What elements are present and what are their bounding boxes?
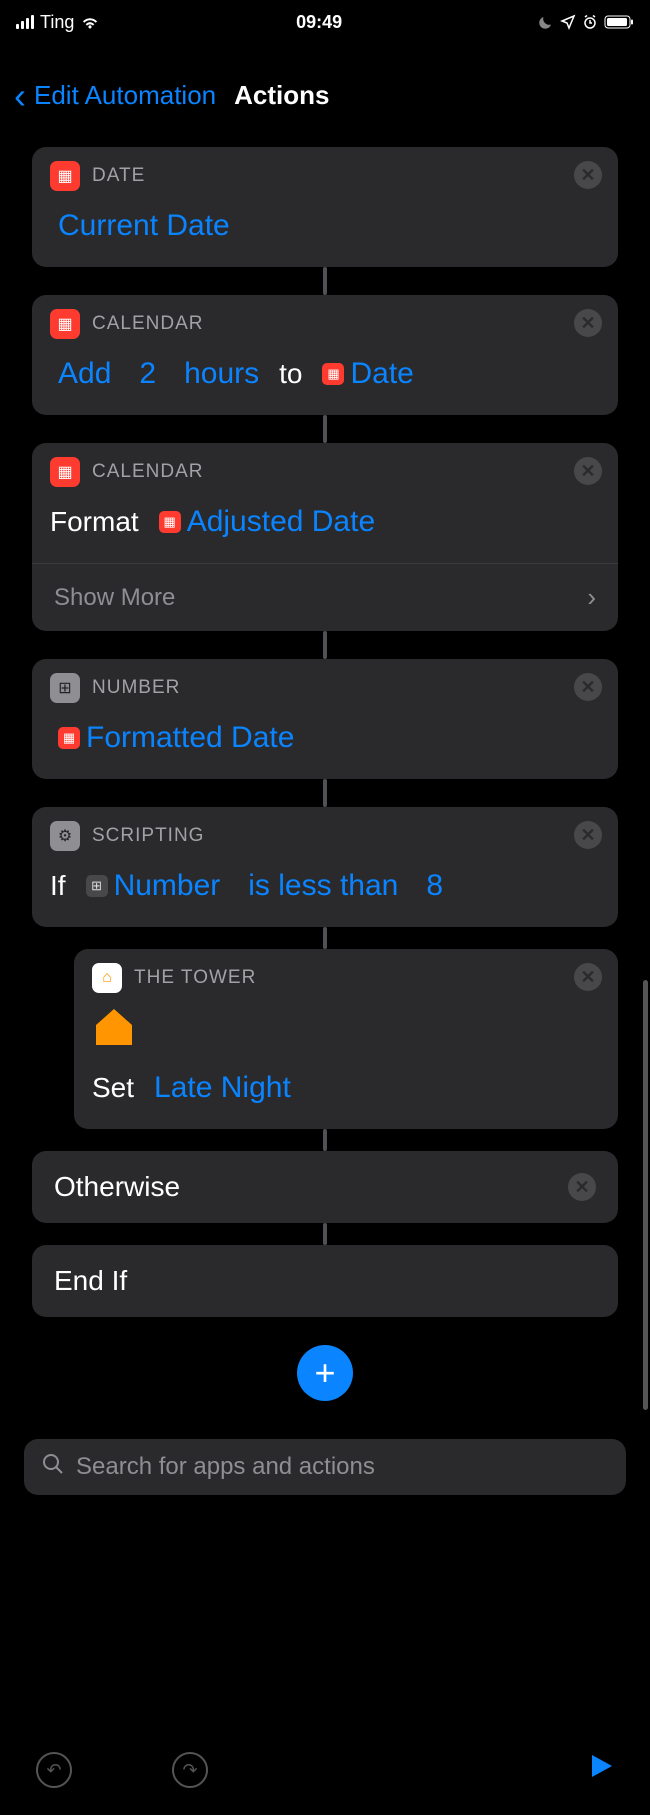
action-card-add-time[interactable]: ▦ CALENDAR Add 2 hours to ▦Date ✕: [32, 295, 618, 415]
status-left: Ting: [16, 12, 100, 33]
connector: [323, 779, 327, 807]
action-card-otherwise[interactable]: Otherwise ✕: [32, 1151, 618, 1223]
connector: [323, 631, 327, 659]
action-card-format[interactable]: ▦ CALENDAR Format ▦Adjusted Date Show Mo…: [32, 443, 618, 631]
card-category: CALENDAR: [92, 461, 203, 483]
card-category: CALENDAR: [92, 313, 203, 335]
status-right: [538, 14, 634, 30]
token-var-formatted-date[interactable]: ▦Formatted Date: [50, 717, 302, 759]
calendar-icon: ▦: [50, 309, 80, 339]
token-add[interactable]: Add: [50, 353, 119, 395]
card-category: THE TOWER: [134, 967, 256, 989]
connector: [323, 927, 327, 949]
token-current-date[interactable]: Current Date: [50, 205, 238, 247]
actions-canvas: ▦ DATE Current Date ✕ ▦ CALENDAR Add 2 h…: [0, 129, 650, 1401]
gear-icon: ⚙: [50, 821, 80, 851]
label-set: Set: [92, 1072, 134, 1104]
dnd-moon-icon: [538, 14, 554, 30]
signal-icon: [16, 15, 34, 29]
nav-header: ‹ Edit Automation Actions: [0, 40, 650, 129]
location-icon: [560, 14, 576, 30]
status-time: 09:49: [296, 12, 342, 33]
calendar-badge-icon: ▦: [58, 727, 80, 749]
search-icon: [42, 1453, 64, 1481]
redo-button[interactable]: ↷: [172, 1752, 208, 1788]
show-more-row[interactable]: Show More ›: [32, 563, 618, 631]
run-button[interactable]: [588, 1753, 614, 1787]
chevron-right-icon: ›: [587, 582, 596, 613]
scrollbar-indicator: [643, 980, 648, 1410]
connector: [323, 1129, 327, 1151]
calculator-icon: ⊞: [50, 673, 80, 703]
search-input[interactable]: Search for apps and actions: [24, 1439, 626, 1495]
back-chevron-icon[interactable]: ‹: [14, 85, 26, 107]
label-to: to: [279, 358, 302, 390]
connector: [323, 267, 327, 295]
battery-icon: [604, 15, 634, 29]
calendar-badge-icon: ▦: [159, 511, 181, 533]
delete-action-button[interactable]: ✕: [574, 309, 602, 337]
page-title: Actions: [234, 80, 329, 111]
calendar-icon: ▦: [50, 457, 80, 487]
card-category: SCRIPTING: [92, 825, 204, 847]
endif-label: End If: [54, 1265, 127, 1297]
add-action-button[interactable]: +: [297, 1345, 353, 1401]
calendar-icon: ▦: [50, 161, 80, 191]
delete-action-button[interactable]: ✕: [568, 1173, 596, 1201]
delete-action-button[interactable]: ✕: [574, 821, 602, 849]
delete-action-button[interactable]: ✕: [574, 673, 602, 701]
undo-button[interactable]: ↶: [36, 1752, 72, 1788]
action-card-if[interactable]: ⚙ SCRIPTING If ⊞Number is less than 8 ✕: [32, 807, 618, 927]
delete-action-button[interactable]: ✕: [574, 963, 602, 991]
carrier-label: Ting: [40, 12, 74, 33]
token-value[interactable]: 8: [418, 865, 451, 907]
card-category: NUMBER: [92, 677, 180, 699]
label-if: If: [50, 870, 66, 902]
wifi-icon: [80, 15, 100, 29]
otherwise-label: Otherwise: [54, 1171, 180, 1203]
token-scene[interactable]: Late Night: [146, 1067, 299, 1109]
label-format: Format: [50, 506, 139, 538]
delete-action-button[interactable]: ✕: [574, 161, 602, 189]
home-app-icon: ⌂: [92, 963, 122, 993]
bottom-toolbar: ↶ ↷: [0, 1725, 650, 1815]
status-bar: Ting 09:49: [0, 0, 650, 40]
action-card-date[interactable]: ▦ DATE Current Date ✕: [32, 147, 618, 267]
token-unit[interactable]: hours: [176, 353, 267, 395]
calendar-badge-icon: ▦: [322, 363, 344, 385]
house-icon: [74, 997, 618, 1057]
back-button[interactable]: Edit Automation: [34, 80, 216, 111]
token-var-number[interactable]: ⊞Number: [78, 865, 229, 907]
delete-action-button[interactable]: ✕: [574, 457, 602, 485]
alarm-icon: [582, 14, 598, 30]
token-condition[interactable]: is less than: [240, 865, 406, 907]
action-card-home-scene[interactable]: ⌂ THE TOWER Set Late Night ✕: [74, 949, 618, 1129]
calculator-badge-icon: ⊞: [86, 875, 108, 897]
token-var-date[interactable]: ▦Date: [314, 353, 421, 395]
action-card-endif[interactable]: End If: [32, 1245, 618, 1317]
show-more-label: Show More: [54, 584, 175, 612]
token-amount[interactable]: 2: [131, 353, 164, 395]
connector: [323, 415, 327, 443]
connector: [323, 1223, 327, 1245]
search-placeholder: Search for apps and actions: [76, 1453, 375, 1481]
card-category: DATE: [92, 165, 145, 187]
token-var-adjusted-date[interactable]: ▦Adjusted Date: [151, 501, 383, 543]
action-card-number[interactable]: ⊞ NUMBER ▦Formatted Date ✕: [32, 659, 618, 779]
